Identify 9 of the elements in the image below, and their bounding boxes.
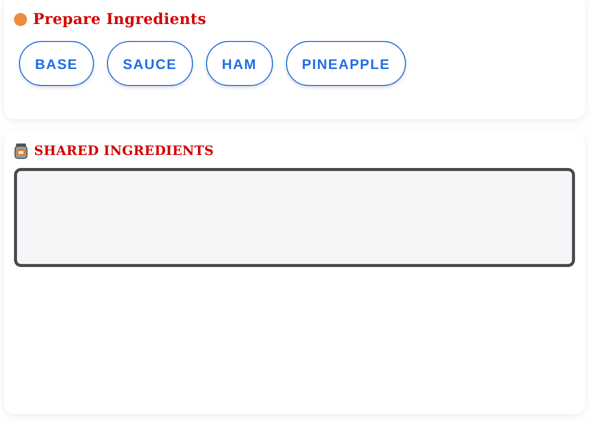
jar-icon (14, 143, 28, 159)
section-title: Prepare Ingredients (33, 10, 206, 28)
ingredient-button[interactable]: BASE (19, 41, 94, 86)
status-dot (14, 12, 27, 26)
drop-zone[interactable] (14, 168, 575, 267)
ingredient-button[interactable]: HAM (206, 41, 273, 86)
ingredient-button[interactable]: PINEAPPLE (286, 41, 406, 86)
ingredient-button[interactable]: SAUCE (106, 41, 193, 86)
section-title: SHARED INGREDIENTS (34, 144, 214, 158)
